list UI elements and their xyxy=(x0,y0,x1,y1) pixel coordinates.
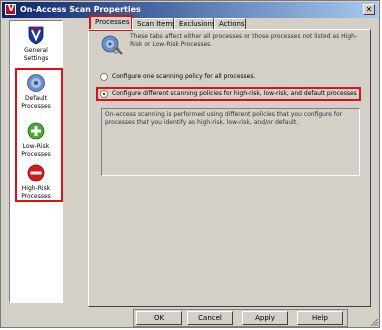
radio-one-policy-label[interactable]: Configure one scanning policy for all pr… xyxy=(112,73,255,81)
sidebar-item-general-settings[interactable]: General Settings xyxy=(10,25,62,63)
help-button[interactable]: Help xyxy=(297,311,343,325)
radio-one-policy[interactable] xyxy=(100,73,108,81)
process-categories-highlight xyxy=(15,68,63,202)
shield-v-icon xyxy=(26,25,46,45)
ok-button[interactable]: OK xyxy=(136,311,182,325)
sidebar-item-label: General xyxy=(24,47,48,54)
processes-info-text: These tabs affect either all processes o… xyxy=(130,33,358,48)
sidebar-item-label: Settings xyxy=(23,55,49,62)
tab-processes[interactable]: Processes xyxy=(89,15,133,31)
title-bar[interactable]: V On-Access Scan Properties ✕ xyxy=(2,2,378,18)
close-button[interactable]: ✕ xyxy=(363,4,375,15)
policy-description-box: On-access scanning is performed using di… xyxy=(101,108,360,176)
window-title: On-Access Scan Properties xyxy=(20,5,141,14)
cancel-button[interactable]: Cancel xyxy=(187,311,233,325)
app-shield-icon: V xyxy=(5,4,16,15)
processes-info-icon xyxy=(100,34,124,58)
resize-grip-icon[interactable] xyxy=(370,318,379,327)
selected-option-highlight xyxy=(96,87,361,101)
apply-button[interactable]: Apply xyxy=(242,311,288,325)
